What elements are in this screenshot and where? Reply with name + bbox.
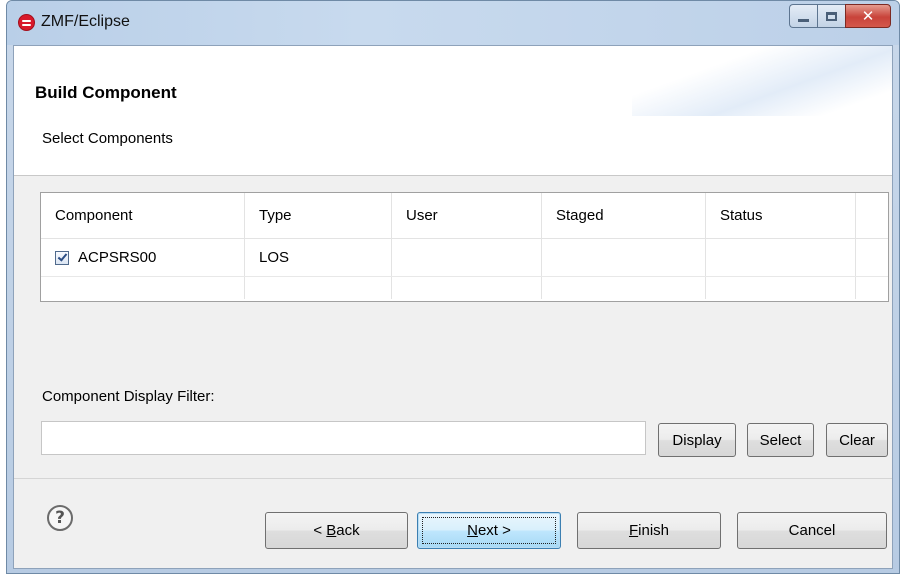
cancel-button[interactable]: Cancel [737,512,887,549]
dialog-window: ZMF/Eclipse ✕ Build Component Select Com… [6,0,900,574]
table-header: Component Type User Staged Status [41,193,888,239]
filter-input[interactable] [41,421,646,455]
cell-filler [856,239,888,276]
select-button[interactable]: Select [747,423,814,457]
table-row-empty [41,277,888,299]
back-mnemonic: B [326,522,337,539]
back-rest: ack [336,522,360,539]
checkmark-icon [57,251,67,262]
next-button[interactable]: Next > [417,512,561,549]
page-title: Build Component [35,83,177,102]
window-title: ZMF/Eclipse [41,13,130,30]
title-bar[interactable]: ZMF/Eclipse ✕ [7,1,899,45]
close-button[interactable]: ✕ [845,4,891,28]
header-decoration [632,46,892,116]
caption-buttons: ✕ [789,4,891,28]
close-icon: ✕ [861,7,875,25]
wizard-footer: ? < Back Next > Finish Cancel [14,478,892,568]
column-header-staged[interactable]: Staged [542,193,706,239]
minimize-button[interactable] [789,4,817,28]
cell-staged [542,239,706,276]
empty-cell [856,277,888,299]
finish-mnemonic: F [628,522,639,539]
column-header-type[interactable]: Type [245,193,392,239]
column-header-filler [856,193,888,239]
app-icon [18,14,35,31]
back-button[interactable]: < Back [265,512,408,549]
page-subtitle: Select Components [42,130,173,147]
empty-cell [245,277,392,299]
back-prefix: < [313,522,327,539]
column-header-user[interactable]: User [392,193,542,239]
cell-component: ACPSRS00 [41,239,245,276]
maximize-icon [826,11,837,21]
clear-button[interactable]: Clear [826,423,888,457]
component-name: ACPSRS00 [78,249,157,266]
cell-user [392,239,542,276]
filter-label: Component Display Filter: [42,388,215,405]
empty-cell [392,277,542,299]
row-checkbox[interactable] [55,250,69,265]
column-header-component[interactable]: Component [41,193,245,239]
table-row[interactable]: ACPSRS00 LOS [41,239,888,277]
focus-ring [422,517,556,544]
components-table: Component Type User Staged Status ACPSRS… [40,192,889,302]
wizard-header: Build Component Select Components [14,46,892,176]
empty-cell [41,277,245,299]
column-header-status[interactable]: Status [706,193,856,239]
empty-cell [542,277,706,299]
cell-type: LOS [245,239,392,276]
cell-status [706,239,856,276]
maximize-button[interactable] [817,4,845,28]
finish-button[interactable]: Finish [577,512,721,549]
help-icon[interactable]: ? [47,505,73,531]
finish-rest: inish [638,522,670,539]
dialog-client-area: Build Component Select Components Compon… [13,45,893,569]
display-button[interactable]: Display [658,423,736,457]
empty-cell [706,277,856,299]
minimize-icon [798,19,809,22]
